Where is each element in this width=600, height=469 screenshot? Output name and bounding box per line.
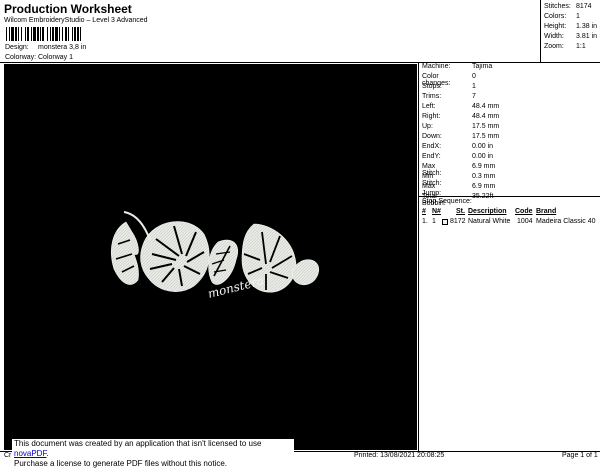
software-subtitle: Wilcom EmbroideryStudio – Level 3 Advanc…	[4, 17, 148, 24]
leaf-shape	[111, 221, 139, 285]
top-stats-divider	[540, 0, 541, 62]
footer-left-text: Cr	[4, 452, 12, 459]
endx-value: 0.00 in	[472, 143, 494, 150]
notice-period: .	[46, 449, 49, 458]
barcode-bar	[72, 27, 73, 41]
barcode-bar	[33, 27, 36, 41]
colors-label: Colors:	[544, 13, 567, 20]
left-value: 48.4 mm	[472, 103, 500, 110]
barcode-bar	[47, 27, 48, 41]
stop-sequence-title: Stop Sequence:	[422, 198, 472, 205]
barcode-bar	[59, 27, 60, 41]
license-notice: This document was created by an applicat…	[12, 439, 294, 468]
right-panel-divider	[418, 62, 419, 452]
col-st-header: St.	[456, 208, 465, 215]
colorway-name: Colorway 1	[38, 54, 74, 61]
zoom-label: Zoom:	[544, 43, 564, 50]
design-name: monstera 3,8 in	[38, 44, 87, 51]
right-value: 48.4 mm	[472, 113, 500, 120]
barcode-bar	[40, 27, 41, 41]
barcode-bar	[68, 27, 69, 41]
barcode-bar	[11, 27, 14, 41]
barcode-bar	[15, 27, 17, 41]
width-label: Width:	[544, 33, 564, 40]
design-label: Design:	[5, 44, 29, 51]
max-jump-value: 6.9 mm	[472, 183, 496, 190]
min-stitch-value: 0.3 mm	[472, 173, 496, 180]
barcode-bar	[62, 27, 63, 41]
colors-value: 1	[576, 13, 580, 20]
notice-line-1: This document was created by an applicat…	[14, 439, 294, 459]
table-row: 1. 1 8172 Natural White 1004 Madeira Cla…	[422, 218, 598, 228]
endy-value: 0.00 in	[472, 153, 494, 160]
up-label: Up:	[422, 123, 433, 130]
stops-label: Stops:	[422, 83, 442, 90]
row-description: Natural White	[468, 218, 511, 225]
barcode-bar	[31, 27, 32, 41]
barcode-image	[6, 27, 81, 41]
machine-label: Machine:	[422, 63, 451, 70]
design-preview: monstera	[4, 64, 417, 450]
zoom-value: 1:1	[576, 43, 586, 50]
printed-timestamp: Printed: 13/08/2021 20:08:25	[354, 452, 445, 459]
col-brand-header: Brand	[536, 208, 557, 215]
top-stats-panel: Stitches: 8174 Colors: 1 Height: 1.38 in Wi…	[544, 3, 600, 61]
row-brand: Madeira Classic 40	[536, 218, 596, 225]
barcode-bar	[27, 27, 29, 41]
barcode-bar	[21, 27, 22, 41]
barcode-bar	[25, 27, 26, 41]
trims-label: Trims:	[422, 93, 442, 100]
novapdf-link[interactable]: novaPDF	[14, 449, 46, 458]
notice-text: This document was created by an applicat…	[14, 439, 262, 448]
stitches-value: 8174	[576, 3, 592, 10]
stitches-label: Stitches:	[544, 3, 571, 10]
stops-value: 1	[472, 83, 476, 90]
row-code: 1004	[517, 218, 533, 225]
machine-value: Tajima	[472, 63, 493, 70]
up-value: 17.5 mm	[472, 123, 500, 130]
barcode-bar	[6, 27, 7, 41]
barcode-bar	[77, 27, 79, 41]
col-n-header: N#	[432, 208, 441, 215]
down-value: 17.5 mm	[472, 133, 500, 140]
trims-value: 7	[472, 93, 476, 100]
col-num-header: #	[422, 208, 426, 215]
barcode-bar	[55, 27, 58, 41]
endy-label: EndY:	[422, 153, 441, 160]
monstera-embroidery: monstera	[111, 211, 320, 301]
left-label: Left:	[422, 103, 436, 110]
row-n: 1	[432, 218, 436, 225]
stop-sequence-divider	[419, 196, 600, 197]
endx-label: EndX:	[422, 143, 442, 150]
width-value: 3.81 in	[576, 33, 598, 40]
barcode-bar	[50, 27, 51, 41]
row-num: 1.	[422, 218, 428, 225]
barcode-bar	[9, 27, 10, 41]
down-label: Down:	[422, 133, 442, 140]
barcode-bar	[42, 27, 44, 41]
barcode-bar	[74, 27, 76, 41]
barcode-bar	[80, 27, 81, 41]
barcode-bar	[37, 27, 39, 41]
leaf-shape	[292, 259, 320, 286]
color-changes-value: 0	[472, 73, 476, 80]
barcode-bar	[18, 27, 19, 41]
height-value: 1.38 in	[576, 23, 598, 30]
right-label: Right:	[422, 113, 441, 120]
col-description-header: Description	[468, 208, 507, 215]
machine-stats-panel: Machine: Tajima Color changes: 0 Stops: 1 T…	[422, 63, 598, 207]
thread-swatch	[442, 219, 448, 225]
barcode-bar	[52, 27, 54, 41]
barcode-bar	[65, 27, 67, 41]
page-number: Page 1 of 1	[562, 452, 598, 459]
stop-sequence-header: # N# St. Description Code Brand	[422, 208, 598, 218]
row-stitches: 8172	[450, 218, 466, 225]
notice-line-2: Purchase a license to generate PDF files…	[14, 459, 227, 468]
leaf-shape	[208, 239, 238, 285]
col-code-header: Code	[515, 208, 533, 215]
height-label: Height:	[544, 23, 567, 30]
page-title: Production Worksheet	[4, 2, 132, 16]
colorway-label: Colorway:	[5, 54, 37, 61]
max-stitch-value: 6.9 mm	[472, 163, 496, 170]
